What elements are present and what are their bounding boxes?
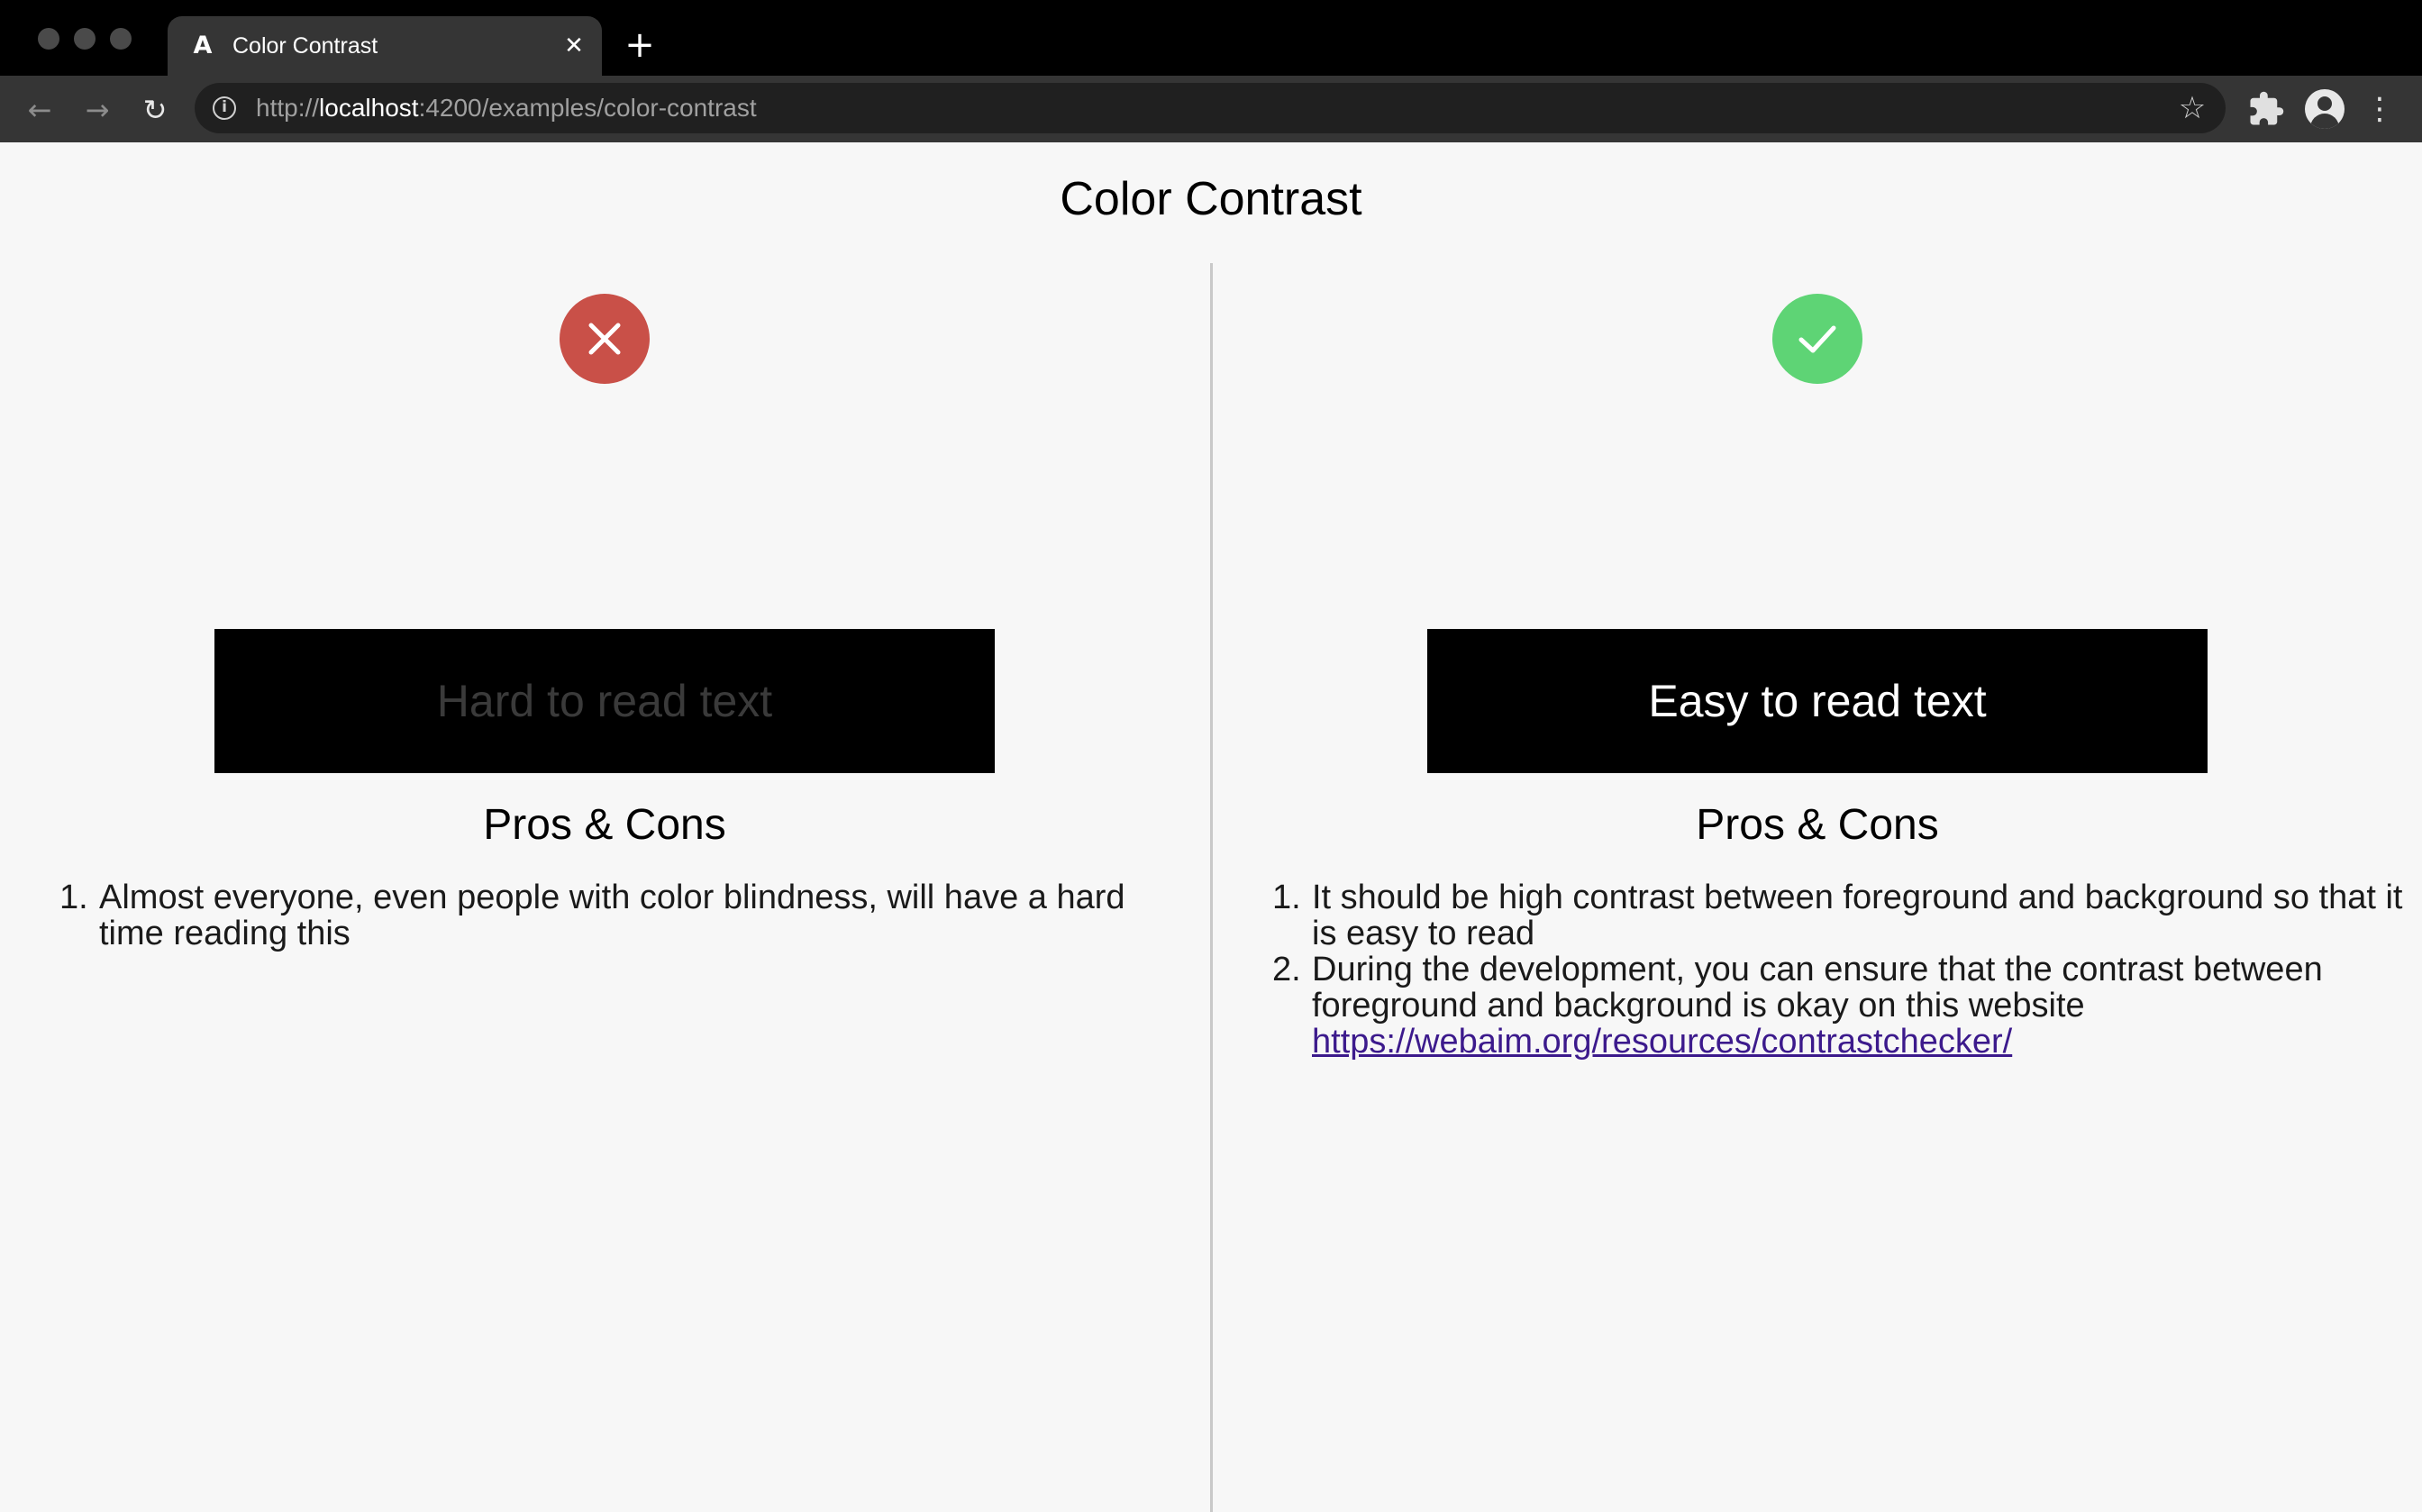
window-minimize-button[interactable]	[74, 28, 96, 50]
address-bar[interactable]: i http://localhost:4200/examples/color-c…	[195, 83, 2226, 133]
new-tab-button[interactable]: +	[622, 27, 658, 63]
pros-cons-heading: Pros & Cons	[1696, 801, 1939, 849]
good-points-list: 1. It should be high contrast between fo…	[1272, 879, 2422, 1060]
easy-to-read-demo: Easy to read text	[1427, 629, 2208, 773]
browser-chrome: A Color Contrast ✕ + ← → ↻ i http://loca…	[0, 0, 2422, 142]
list-item: 1. Almost everyone, even people with col…	[59, 879, 1150, 952]
list-item: 1. It should be high contrast between fo…	[1272, 879, 2422, 952]
url-host: localhost	[319, 94, 419, 122]
page-title: Color Contrast	[1060, 173, 1362, 225]
bookmark-star-icon[interactable]: ☆	[2175, 91, 2209, 125]
good-example-column: Easy to read text Pros & Cons 1. It shou…	[1213, 263, 2422, 1512]
list-item-text: During the development, you can ensure t…	[1312, 951, 2323, 1025]
url-path: :4200/examples/color-contrast	[418, 94, 757, 122]
forward-arrow-icon[interactable]: →	[79, 92, 115, 128]
browser-toolbar: ← → ↻ i http://localhost:4200/examples/c…	[0, 76, 2422, 142]
list-item-number: 1.	[1272, 879, 1301, 916]
browser-tab-active[interactable]: A Color Contrast ✕	[168, 16, 602, 76]
list-item-text: Almost everyone, even people with color …	[99, 879, 1125, 952]
angular-logo-icon: A	[193, 32, 213, 59]
more-menu-icon[interactable]: ⋮	[2364, 90, 2395, 128]
hard-to-read-demo: Hard to read text	[214, 629, 995, 773]
tab-title: Color Contrast	[232, 33, 378, 59]
back-arrow-icon[interactable]: ←	[22, 92, 58, 128]
pros-cons-heading: Pros & Cons	[483, 801, 726, 849]
check-icon	[1772, 294, 1862, 384]
tab-close-icon[interactable]: ✕	[559, 31, 589, 61]
avatar-body	[2310, 114, 2339, 129]
close-icon	[560, 294, 650, 384]
list-item-number: 2.	[1272, 951, 1301, 988]
tab-strip: A Color Contrast ✕ +	[0, 0, 2422, 76]
url-scheme: http://	[256, 94, 320, 122]
extensions-puzzle-icon[interactable]	[2247, 90, 2285, 128]
puzzle-svg	[2250, 91, 2284, 125]
list-item: 2. During the development, you can ensur…	[1272, 952, 2422, 1060]
check-svg	[1798, 325, 1836, 353]
avatar-head	[2317, 96, 2332, 111]
page-viewport: Color Contrast Hard to read text Pros & …	[0, 142, 2422, 1512]
window-zoom-button[interactable]	[110, 28, 132, 50]
list-item-text: It should be high contrast between foreg…	[1312, 879, 2403, 952]
window-close-button[interactable]	[38, 28, 59, 50]
list-item-number: 1.	[59, 879, 88, 916]
profile-avatar-icon[interactable]	[2305, 89, 2345, 129]
bad-points-list: 1. Almost everyone, even people with col…	[59, 879, 1150, 952]
contrast-checker-link[interactable]: https://webaim.org/resources/contrastche…	[1312, 1023, 2012, 1061]
reload-icon[interactable]: ↻	[137, 92, 173, 128]
info-icon[interactable]: i	[213, 96, 236, 120]
bad-example-column: Hard to read text Pros & Cons 1. Almost …	[0, 263, 1209, 1512]
url-text[interactable]: http://localhost:4200/examples/color-con…	[256, 93, 757, 123]
close-svg	[588, 323, 621, 355]
